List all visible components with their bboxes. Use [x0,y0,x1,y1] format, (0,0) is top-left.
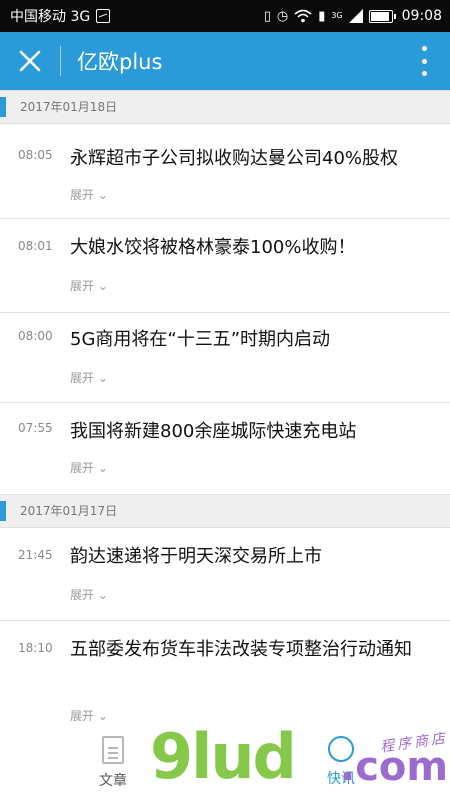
page-title: 亿欧plus [77,50,163,74]
news-time: 18:10 [18,641,53,655]
expand-toggle[interactable]: 展开 ⌄ [70,586,108,603]
overflow-menu-button[interactable] [414,46,434,76]
nav-tab-label: 快讯 [327,771,355,787]
news-item[interactable]: 21:45 韵达速递将于明天深交易所上市 展开 ⌄ [0,528,450,621]
expand-toggle[interactable]: 展开 ⌄ [70,369,108,386]
expand-toggle[interactable]: 展开 ⌄ [70,186,108,203]
news-item[interactable]: 08:00 5G商用将在“十三五”时期内启动 展开 ⌄ [0,313,450,403]
more-vertical-icon [421,46,427,51]
news-title: 我国将新建800余座城际快速充电站 [70,421,357,442]
news-item[interactable]: 08:01 大娘水饺将被格林豪泰100%收购！ 展开 ⌄ [0,219,450,313]
section-accent-bar [0,97,6,117]
section-date: 2017年01月17日 [20,504,118,518]
news-time: 08:01 [18,239,53,253]
news-title: 5G商用将在“十三五”时期内启动 [70,329,331,350]
news-item[interactable]: 07:55 我国将新建800余座城际快速充电站 展开 ⌄ [0,403,450,496]
close-icon [19,50,41,72]
news-title: 大娘水饺将被格林豪泰100%收购！ [70,237,356,258]
nav-tab-news[interactable]: 快讯 [318,736,364,788]
news-time: 07:55 [18,421,53,435]
clock: 09:08 [401,8,442,24]
chevron-down-icon: ⌄ [97,588,108,602]
signal-icon [348,9,363,23]
chevron-down-icon: ⌄ [97,188,108,202]
chevron-down-icon: ⌄ [97,709,108,723]
news-title: 韵达速递将于明天深交易所上市 [70,546,322,567]
date-section-header: 2017年01月18日 [0,90,450,124]
news-flash-icon [328,736,354,762]
news-title: 五部委发布货车非法改装专项整治行动通知 [70,639,412,660]
chevron-down-icon: ⌄ [97,371,108,385]
carrier-label: 中国移动 3G [10,9,91,25]
sim-icon: ▮ [318,8,326,24]
nav-tab-label: 文章 [99,773,127,789]
section-accent-bar [0,501,6,521]
app-bar: 亿欧plus [0,32,450,90]
news-time: 08:00 [18,329,53,343]
status-bar: 中国移动 3G ▯ ◷ ▮ 3G 09:08 [0,0,450,32]
vibrate-icon: ▯ [263,8,271,24]
date-section-header: 2017年01月17日 [0,494,450,528]
image-notification-icon [96,9,111,23]
news-time: 21:45 [18,548,53,562]
bottom-nav: 文章 快讯 [0,730,450,800]
chevron-down-icon: ⌄ [97,279,108,293]
document-icon [102,736,124,764]
expand-toggle[interactable]: 展开 ⌄ [70,707,108,724]
alarm-icon: ◷ [276,8,289,24]
battery-icon [368,9,396,23]
wifi-icon [294,9,312,23]
nav-tab-article[interactable]: 文章 [93,736,133,790]
expand-toggle[interactable]: 展开 ⌄ [70,459,108,476]
network-type: 3G [331,11,343,20]
news-item[interactable]: 18:10 五部委发布货车非法改装专项整治行动通知 展开 ⌄ [0,621,450,731]
news-title: 永辉超市子公司拟收购达曼公司40%股权 [70,148,399,169]
close-button[interactable] [0,32,60,90]
section-date: 2017年01月18日 [20,100,118,114]
chevron-down-icon: ⌄ [97,461,108,475]
expand-toggle[interactable]: 展开 ⌄ [70,277,108,294]
app-bar-divider [60,46,61,76]
news-time: 08:05 [18,148,53,162]
news-item[interactable]: 08:05 永辉超市子公司拟收购达曼公司40%股权 展开 ⌄ [0,124,450,219]
